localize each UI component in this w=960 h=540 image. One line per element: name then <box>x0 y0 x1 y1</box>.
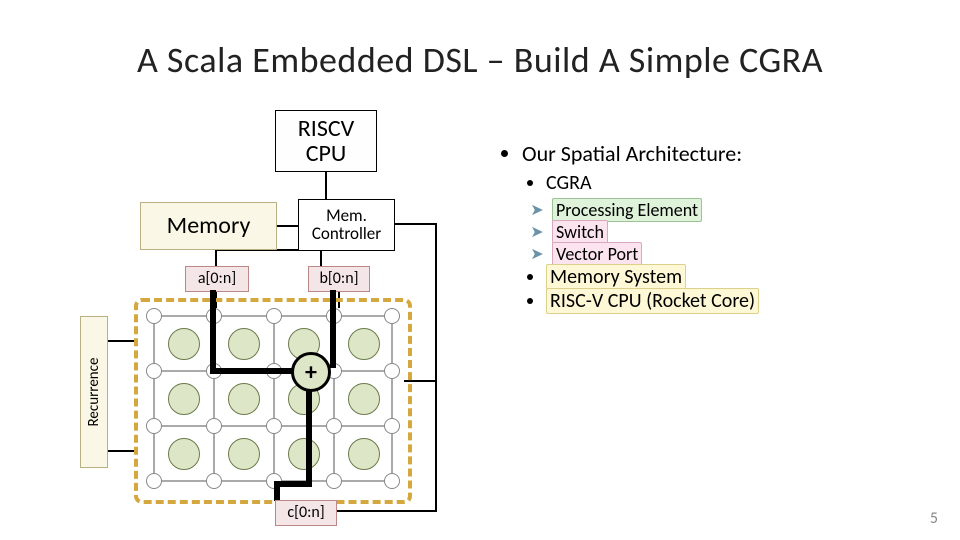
hl-vport: Vector Port <box>552 242 642 266</box>
vector-port-c-label: c[0:n] <box>287 505 324 522</box>
vector-port-a-label: a[0:n] <box>198 271 236 288</box>
vector-port-b-label: b[0:n] <box>319 271 358 288</box>
page-number: 5 <box>930 509 938 528</box>
wire-memctrl-b <box>320 249 322 266</box>
switch <box>384 418 400 434</box>
recurrence-box: Recurrence <box>80 316 108 468</box>
switch <box>146 308 162 324</box>
memory-label: Memory <box>167 213 251 238</box>
wire-riscv-memctrl <box>325 170 327 200</box>
bullet-switch: ➤Switch <box>570 221 930 243</box>
bullet-rocket: RISC-V CPU (Rocket Core) <box>546 289 930 313</box>
arrow-icon: ➤ <box>528 222 546 242</box>
switch <box>146 473 162 489</box>
switch <box>266 418 282 434</box>
cgra-fabric: + <box>146 308 398 488</box>
rec-bot-h <box>107 450 135 452</box>
hl-rocket: RISC-V CPU (Rocket Core) <box>546 288 759 314</box>
processing-element <box>228 328 260 360</box>
grid-wire <box>153 315 155 480</box>
bullet-cgra: CGRA <box>546 171 930 195</box>
vector-port-a: a[0:n] <box>185 266 249 292</box>
vector-port-b: b[0:n] <box>308 266 370 292</box>
processing-element <box>168 438 200 470</box>
dataflow-path <box>330 290 336 368</box>
switch <box>384 473 400 489</box>
switch <box>206 473 222 489</box>
hl-switch: Switch <box>552 220 608 244</box>
dataflow-path <box>274 481 280 501</box>
processing-element <box>348 438 380 470</box>
dataflow-path <box>210 312 216 368</box>
riscv-cpu-box: RISCV CPU <box>275 110 377 172</box>
switch <box>326 418 342 434</box>
bullet-list: Our Spatial Architecture: CGRA ➤Processi… <box>500 140 930 313</box>
arrow-icon: ➤ <box>528 200 546 220</box>
switch <box>206 418 222 434</box>
memory-box: Memory <box>140 202 277 250</box>
switch <box>384 308 400 324</box>
grid-wire <box>273 315 275 480</box>
processing-element <box>168 383 200 415</box>
processing-element <box>288 438 320 470</box>
plus-icon: + <box>305 358 317 387</box>
wire-memctrl-a-v <box>215 249 217 266</box>
loop-bot-h <box>335 510 437 512</box>
processing-element <box>348 383 380 415</box>
processing-element <box>228 438 260 470</box>
bullet-heading: Our Spatial Architecture: <box>522 140 930 167</box>
switch <box>384 363 400 379</box>
mem-controller-label: Mem. Controller <box>299 207 394 243</box>
bullet-pe: ➤Processing Element <box>570 199 930 221</box>
rec-top-h <box>107 340 135 342</box>
bullet-vport: ➤Vector Port <box>570 243 930 265</box>
grid-wire <box>391 315 393 480</box>
switch <box>266 308 282 324</box>
loop-top-h <box>393 223 437 225</box>
recurrence-label: Recurrence <box>85 358 103 427</box>
processing-element <box>228 383 260 415</box>
processing-element <box>348 328 380 360</box>
hl-pe: Processing Element <box>552 198 702 222</box>
vector-port-c: c[0:n] <box>275 500 337 526</box>
loop-right-v <box>435 223 437 511</box>
mem-controller-box: Mem. Controller <box>298 199 395 251</box>
architecture-diagram: RISCV CPU Memory Mem. Controller a[0:n] … <box>80 100 460 520</box>
processing-element <box>168 328 200 360</box>
wire-memory-memctrl <box>275 225 298 227</box>
switch <box>146 418 162 434</box>
page-title: A Scala Embedded DSL – Build A Simple CG… <box>0 38 960 82</box>
riscv-cpu-label: RISCV CPU <box>276 116 376 166</box>
arrow-icon: ➤ <box>528 244 546 264</box>
bullet-memory-system: Memory System <box>546 265 930 289</box>
adder-pe: + <box>291 352 331 392</box>
switch <box>326 473 342 489</box>
switch <box>146 363 162 379</box>
hl-memory-system: Memory System <box>546 264 686 290</box>
